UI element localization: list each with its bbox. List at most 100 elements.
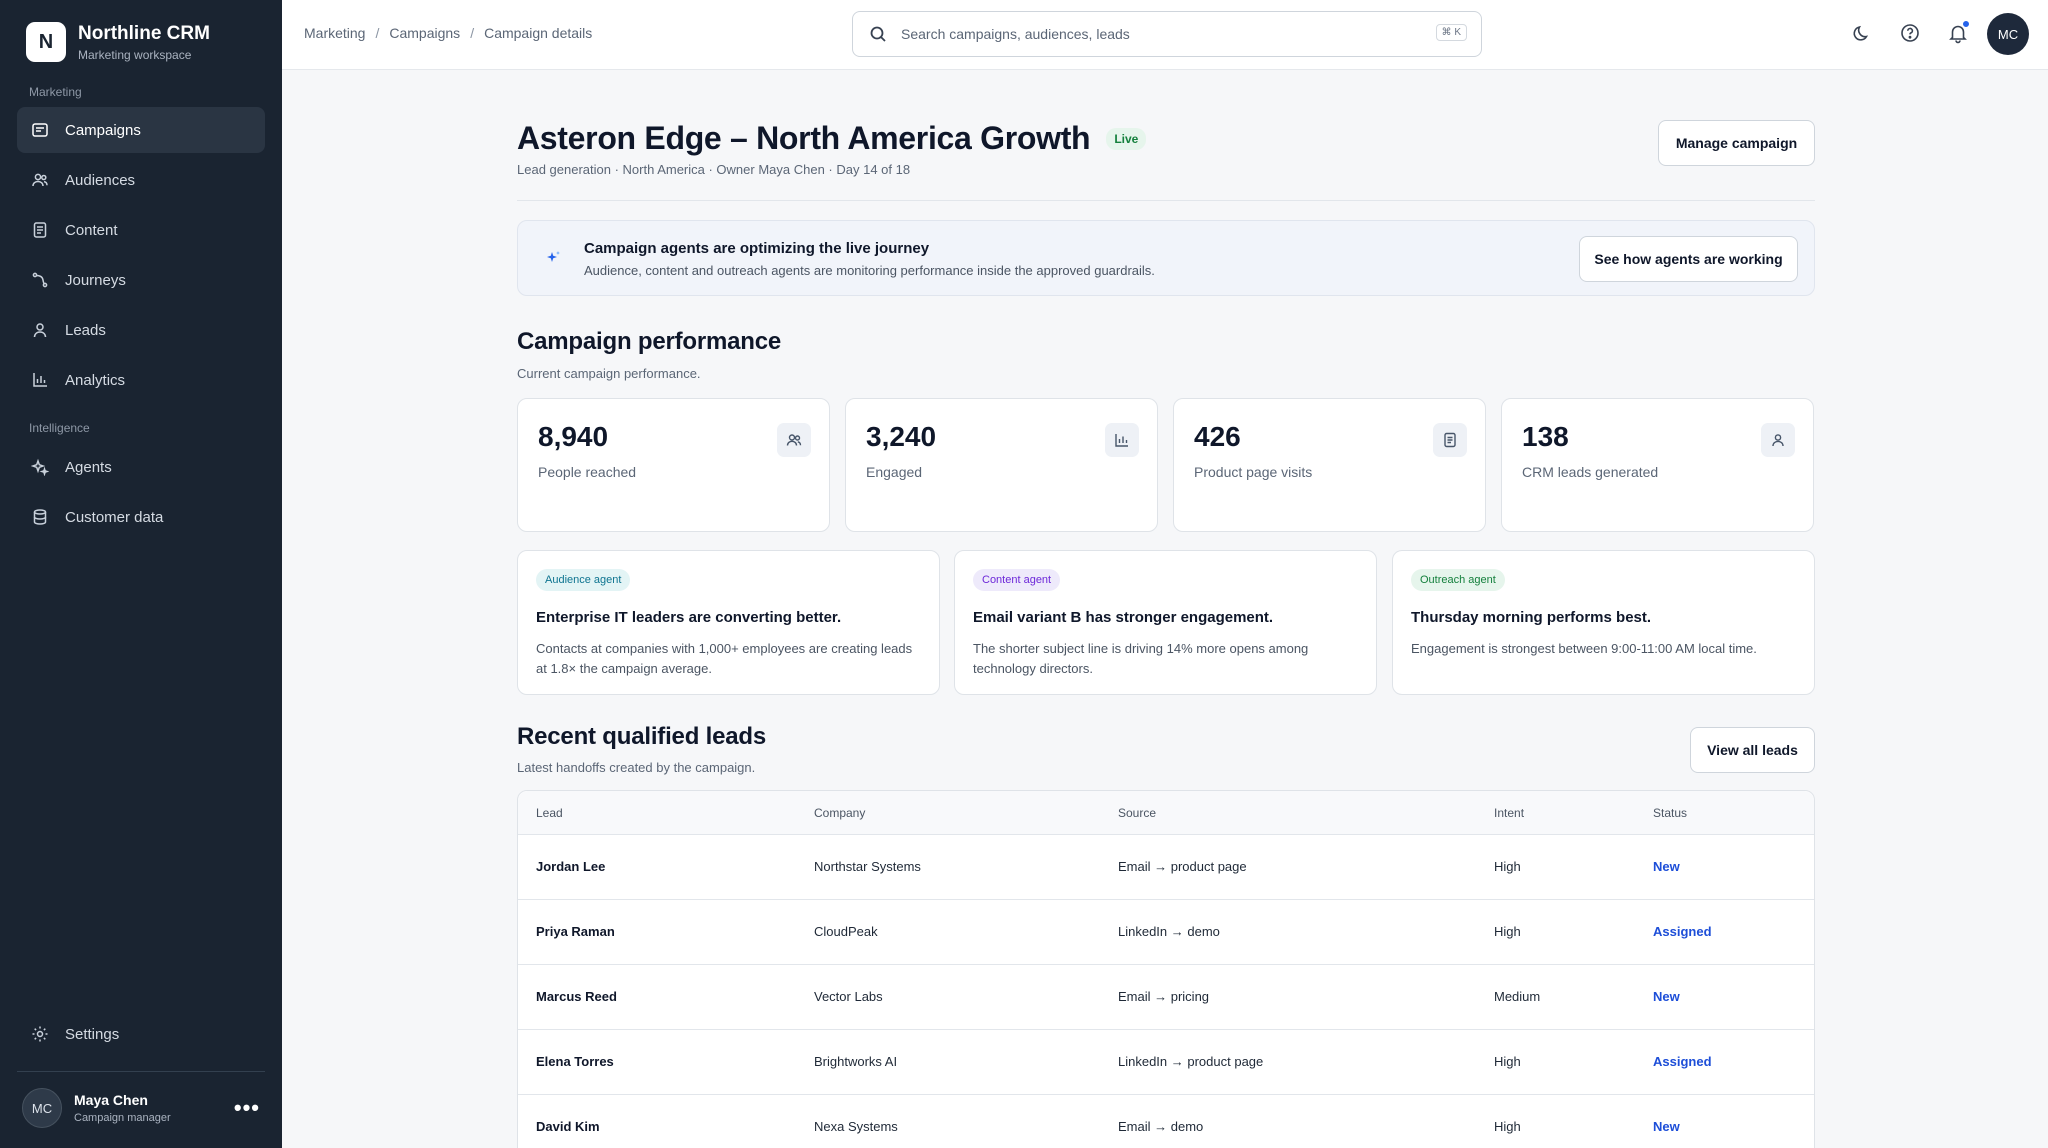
section-label-marketing: Marketing <box>29 85 82 99</box>
more-options-icon[interactable]: ••• <box>234 1097 260 1119</box>
database-icon <box>33 509 47 525</box>
breadcrumb-marketing[interactable]: Marketing <box>304 25 365 41</box>
lead-source: Email → demo <box>1118 1119 1204 1134</box>
lead-name[interactable]: Elena Torres <box>536 1054 614 1069</box>
lead-status: New <box>1653 1119 1680 1134</box>
lead-company: Vector Labs <box>814 989 883 1004</box>
leads-table: Lead Company Source Intent Status Jordan… <box>517 790 1815 1148</box>
stat-value: 3,240 <box>866 421 937 452</box>
avatar: MC <box>22 1088 62 1128</box>
column-header-lead[interactable]: Lead <box>536 806 563 820</box>
campaign-icon <box>32 123 48 137</box>
table-row[interactable]: Marcus Reed Vector Labs Email → pricing … <box>518 965 1814 1030</box>
sparkles-icon <box>547 251 560 262</box>
section-label-intelligence: Intelligence <box>29 421 90 435</box>
lead-name[interactable]: Marcus Reed <box>536 989 617 1004</box>
theme-toggle-button[interactable] <box>1851 22 1873 44</box>
lead-intent: High <box>1494 1119 1521 1134</box>
stat-label: CRM leads generated <box>1522 464 1659 480</box>
table-header: Lead Company Source Intent Status <box>518 791 1814 835</box>
brand-logo: N <box>26 22 66 62</box>
section-title-leads: Recent qualified leads <box>517 723 767 750</box>
lead-name[interactable]: Priya Raman <box>536 924 615 939</box>
insight-text: The shorter subject line is driving 14% … <box>973 641 1309 676</box>
sidebar-item-label: Journeys <box>65 271 126 289</box>
user-name: Maya Chen <box>74 1092 148 1108</box>
person-icon <box>33 323 47 338</box>
moon-icon <box>1853 25 1869 41</box>
breadcrumb-separator: / <box>375 25 380 41</box>
sidebar-item-label: Leads <box>65 321 106 339</box>
column-header-intent[interactable]: Intent <box>1494 806 1524 820</box>
insight-card-outreach: Outreach agent Thursday morning performs… <box>1392 550 1815 695</box>
search-input[interactable] <box>901 26 1381 42</box>
user-role: Campaign manager <box>74 1112 171 1124</box>
stat-card-people-reached: 8,940 People reached <box>517 398 830 532</box>
sidebar-item-leads[interactable]: Leads <box>17 307 265 353</box>
notifications-button[interactable] <box>1947 20 1970 44</box>
lead-source: LinkedIn → demo <box>1118 924 1220 939</box>
lead-name[interactable]: David Kim <box>536 1119 600 1134</box>
column-header-status[interactable]: Status <box>1653 806 1687 820</box>
avatar[interactable]: MC <box>1987 13 2029 55</box>
sidebar-item-analytics[interactable]: Analytics <box>17 357 265 403</box>
search-bar[interactable]: ⌘ K <box>852 11 1482 57</box>
breadcrumb-separator: / <box>470 25 475 41</box>
breadcrumb-current: Campaign details <box>484 25 593 41</box>
table-row[interactable]: Jordan Lee Northstar Systems Email → pro… <box>518 835 1814 900</box>
sidebar-item-campaigns[interactable]: Campaigns <box>17 107 265 153</box>
stat-label: Product page visits <box>1194 464 1313 480</box>
table-row[interactable]: Elena Torres Brightworks AI LinkedIn → p… <box>518 1030 1814 1095</box>
stat-card-crm-leads: 138 CRM leads generated <box>1501 398 1814 532</box>
agent-banner: Campaign agents are optimizing the live … <box>517 220 1815 296</box>
banner-title: Campaign agents are optimizing the live … <box>584 240 930 257</box>
lead-name[interactable]: Jordan Lee <box>536 859 605 874</box>
insight-title: Enterprise IT leaders are converting bet… <box>536 609 842 626</box>
sidebar-item-customer-data[interactable]: Customer data <box>17 494 265 540</box>
lead-source: LinkedIn → product page <box>1118 1054 1264 1069</box>
view-all-leads-button[interactable]: View all leads <box>1690 727 1815 773</box>
gear-icon <box>32 1026 48 1042</box>
sidebar-item-content[interactable]: Content <box>17 207 265 253</box>
stat-value: 8,940 <box>538 421 609 452</box>
route-icon <box>32 272 48 288</box>
bar-chart-icon <box>33 373 47 387</box>
column-header-company[interactable]: Company <box>814 806 865 820</box>
lead-intent: High <box>1494 924 1521 939</box>
lead-intent: High <box>1494 1054 1521 1069</box>
help-button[interactable] <box>1899 22 1921 44</box>
document-icon <box>1444 432 1456 448</box>
sidebar-item-label: Analytics <box>65 371 126 389</box>
lead-status: Assigned <box>1653 1054 1712 1069</box>
table-row[interactable]: Priya Raman CloudPeak LinkedIn → demo Hi… <box>518 900 1814 965</box>
sidebar-divider <box>17 1071 265 1072</box>
sidebar-item-settings[interactable]: Settings <box>17 1011 265 1057</box>
sparkles-icon <box>31 458 49 476</box>
notification-dot <box>1962 20 1970 28</box>
sidebar-item-journeys[interactable]: Journeys <box>17 257 265 303</box>
user-profile[interactable]: MC Maya Chen Campaign manager ••• <box>22 1088 262 1128</box>
insight-card-content: Content agent Email variant B has strong… <box>954 550 1377 695</box>
breadcrumb: Marketing / Campaigns / Campaign details <box>304 25 592 41</box>
lead-status: Assigned <box>1653 924 1712 939</box>
see-agents-button[interactable]: See how agents are working <box>1579 236 1798 282</box>
stat-card-product-page-visits: 426 Product page visits <box>1173 398 1486 532</box>
lead-source: Email → pricing <box>1118 989 1210 1004</box>
insight-card-audience: Audience agent Enterprise IT leaders are… <box>517 550 940 695</box>
table-row[interactable]: David Kim Nexa Systems Email → demo High… <box>518 1095 1814 1148</box>
campaign-subtitle: Lead generation · North America · Owner … <box>517 162 911 177</box>
sidebar-item-audiences[interactable]: Audiences <box>17 157 265 203</box>
users-icon <box>32 173 48 187</box>
help-icon <box>1901 24 1919 42</box>
brand[interactable]: N Northline CRM Marketing workspace <box>26 22 210 62</box>
sidebar-item-agents[interactable]: Agents <box>17 444 265 490</box>
sidebar-item-label: Content <box>65 221 118 239</box>
banner-text: Audience, content and outreach agents ar… <box>584 263 1155 278</box>
manage-campaign-button[interactable]: Manage campaign <box>1658 120 1815 166</box>
column-header-source[interactable]: Source <box>1118 806 1156 820</box>
breadcrumb-campaigns[interactable]: Campaigns <box>389 25 460 41</box>
sidebar-item-label: Settings <box>65 1025 120 1043</box>
stat-card-engaged: 3,240 Engaged <box>845 398 1158 532</box>
sidebar-item-label: Campaigns <box>65 121 141 139</box>
lead-company: Northstar Systems <box>814 859 921 874</box>
